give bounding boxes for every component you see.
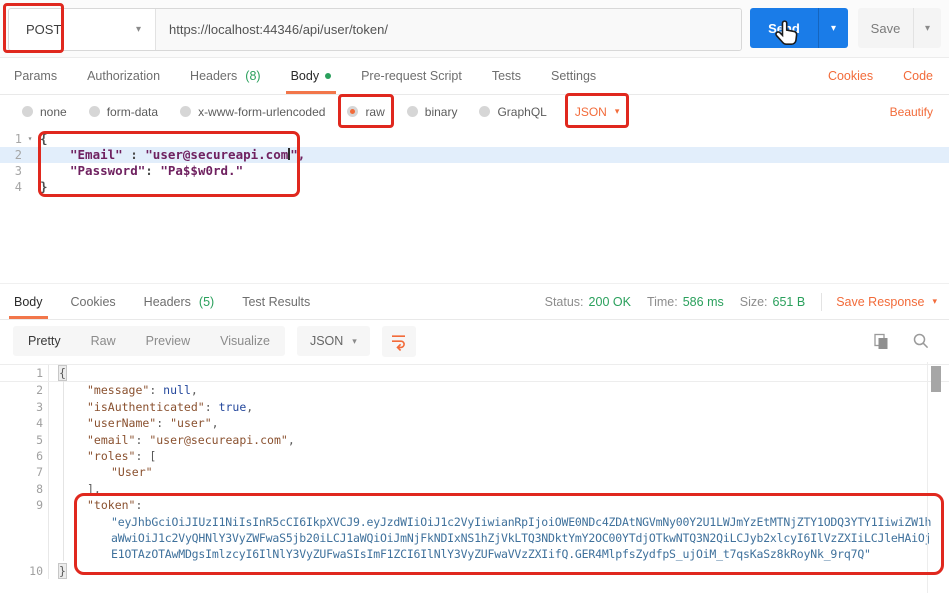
tab-headers[interactable]: Headers (8) <box>190 57 261 94</box>
response-tab-cookies[interactable]: Cookies <box>71 284 116 319</box>
radio-circle-icon <box>22 106 33 117</box>
response-code-line[interactable]: 8 ], <box>0 481 949 497</box>
response-view-switcher: Pretty Raw Preview Visualize <box>13 326 285 356</box>
view-pretty[interactable]: Pretty <box>13 326 76 356</box>
save-dropdown-caret-icon[interactable]: ▾ <box>913 8 941 48</box>
response-code-line[interactable]: 6 "roles": [ <box>0 448 949 464</box>
method-label: POST <box>26 22 61 37</box>
radio-circle-icon <box>89 106 100 117</box>
radio-form-data[interactable]: form-data <box>89 105 158 119</box>
response-tab-headers[interactable]: Headers (5) <box>144 284 215 319</box>
scrollbar-track[interactable] <box>927 362 928 593</box>
response-meta: Status: 200 OK Time: 586 ms Size: 651 B … <box>545 293 937 311</box>
radio-circle-icon <box>180 106 191 117</box>
response-toolbar: Pretty Raw Preview Visualize JSON ▾ <box>0 320 949 362</box>
radio-circle-icon <box>479 106 490 117</box>
tab-authorization[interactable]: Authorization <box>87 57 160 94</box>
response-token-line[interactable]: E1OTAzOTAwMDgsImlzcyI6IlNlY3VyZUFwaSIsIm… <box>0 546 949 562</box>
body-format-select[interactable]: JSON ▾ <box>575 105 620 119</box>
search-icon[interactable] <box>911 331 931 351</box>
fold-caret-icon[interactable]: ▾ <box>22 131 38 147</box>
body-type-row: none form-data x-www-form-urlencoded raw… <box>0 95 949 128</box>
save-button[interactable]: Save <box>858 8 913 48</box>
format-caret-icon: ▾ <box>615 106 620 117</box>
request-code-line[interactable]: 4 } <box>0 179 949 195</box>
size-value: 651 B <box>773 295 806 309</box>
response-code-line[interactable]: 3 "isAuthenticated": true, <box>0 399 949 415</box>
time-label: Time: <box>647 295 678 309</box>
beautify-link[interactable]: Beautify <box>890 105 933 119</box>
response-body-editor[interactable]: 1 { 2 "message": null, 3 "isAuthenticate… <box>0 362 949 593</box>
tab-settings[interactable]: Settings <box>551 57 596 94</box>
headers-count-badge: (8) <box>245 69 260 83</box>
radio-x-www-form-urlencoded[interactable]: x-www-form-urlencoded <box>180 105 325 119</box>
tab-params[interactable]: Params <box>14 57 57 94</box>
scrollbar-thumb[interactable] <box>931 366 941 392</box>
response-token-line[interactable]: "eyJhbGciOiJIUzI1NiIsInR5cCI6IkpXVCJ9.ey… <box>0 514 949 530</box>
radio-selected-icon <box>347 106 358 117</box>
method-select[interactable]: POST <box>9 9 122 50</box>
save-button-group: Save ▾ <box>858 8 941 48</box>
response-tab-test-results[interactable]: Test Results <box>242 284 310 319</box>
tab-pre-request-script[interactable]: Pre-request Script <box>361 57 462 94</box>
response-code-line[interactable]: 2 "message": null, <box>0 382 949 398</box>
response-code-line[interactable]: 5 "email": "user@secureapi.com", <box>0 432 949 448</box>
request-code-line[interactable]: 3 "Password": "Pa$$w0rd." <box>0 163 949 179</box>
response-format-caret-icon: ▾ <box>352 336 357 347</box>
status-value: 200 OK <box>589 295 631 309</box>
radio-graphql[interactable]: GraphQL <box>479 105 546 119</box>
radio-circle-icon <box>407 106 418 117</box>
save-response-button[interactable]: Save Response ▾ <box>836 295 937 309</box>
request-bar: POST ▾ https://localhost:44346/api/user/… <box>0 0 949 58</box>
time-value: 586 ms <box>683 295 724 309</box>
indent-guide <box>63 381 64 561</box>
body-modified-dot-icon <box>325 73 331 79</box>
request-body-editor[interactable]: 1 ▾ { 2 "Email" : "user@secureapi.com", … <box>0 128 949 285</box>
response-format-select[interactable]: JSON ▾ <box>297 326 370 356</box>
cookies-link[interactable]: Cookies <box>828 69 873 83</box>
tab-body[interactable]: Body <box>291 57 332 94</box>
status-label: Status: <box>545 295 584 309</box>
request-code-line-active[interactable]: 2 "Email" : "user@secureapi.com", <box>0 147 949 163</box>
tab-tests[interactable]: Tests <box>492 57 521 94</box>
wrap-lines-button[interactable] <box>382 326 416 357</box>
radio-raw[interactable]: raw <box>347 105 384 119</box>
response-tabs: Body Cookies Headers (5) Test Results St… <box>0 283 949 320</box>
response-code-line[interactable]: 1 { <box>0 364 949 382</box>
postman-app: POST ▾ https://localhost:44346/api/user/… <box>0 0 949 593</box>
url-input[interactable]: https://localhost:44346/api/user/token/ <box>156 9 741 50</box>
send-dropdown-caret-icon[interactable]: ▾ <box>818 8 848 48</box>
save-response-caret-icon: ▾ <box>932 296 937 307</box>
request-code-line[interactable]: 1 ▾ { <box>0 131 949 147</box>
response-code-line[interactable]: 10 } <box>0 563 949 579</box>
copy-icon[interactable] <box>871 331 891 351</box>
method-caret-icon[interactable]: ▾ <box>122 9 156 50</box>
response-code-line[interactable]: 9 "token": <box>0 497 949 513</box>
url-composite: POST ▾ https://localhost:44346/api/user/… <box>8 8 742 51</box>
response-token-line[interactable]: aWwiOiJ1c2VyQHNlY3VyZWFwaS5jb20iLCJ1aWQi… <box>0 530 949 546</box>
radio-none[interactable]: none <box>22 105 67 119</box>
divider <box>821 293 822 311</box>
request-tabs: Params Authorization Headers (8) Body Pr… <box>0 57 949 95</box>
view-visualize[interactable]: Visualize <box>205 326 285 356</box>
response-code-line[interactable]: 4 "userName": "user", <box>0 415 949 431</box>
size-label: Size: <box>740 295 768 309</box>
response-tab-body[interactable]: Body <box>14 284 43 319</box>
wrap-lines-icon <box>389 331 409 351</box>
response-code-line[interactable]: 7 "User" <box>0 464 949 480</box>
code-link[interactable]: Code <box>903 69 933 83</box>
mouse-cursor-hand-icon <box>772 19 802 51</box>
view-raw[interactable]: Raw <box>76 326 131 356</box>
response-headers-count-badge: (5) <box>199 295 214 309</box>
radio-binary[interactable]: binary <box>407 105 458 119</box>
view-preview[interactable]: Preview <box>131 326 205 356</box>
